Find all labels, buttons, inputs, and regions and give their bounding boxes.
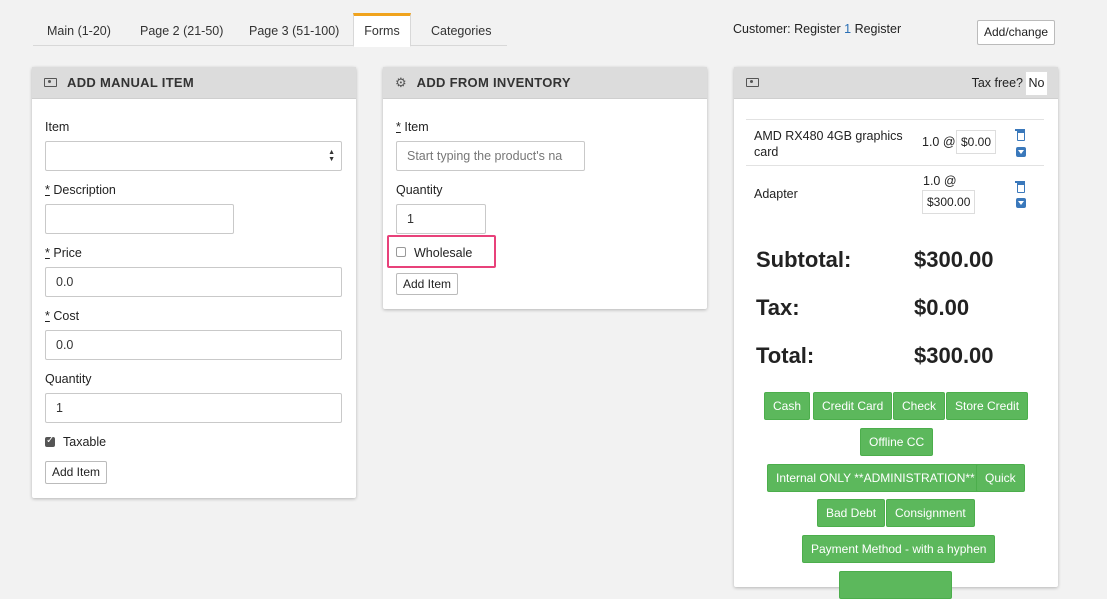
quantity-input[interactable]: 1 <box>45 393 342 423</box>
tab-page-2[interactable]: Page 2 (21-50) <box>140 13 223 46</box>
wholesale-label: Wholesale <box>414 246 473 260</box>
manual-item-title: ADD MANUAL ITEM <box>67 75 195 90</box>
taxable-checkbox[interactable] <box>45 435 55 447</box>
cost-label-text: Cost <box>53 309 80 323</box>
tab-page-3[interactable]: Page 3 (51-100) <box>249 13 339 46</box>
item-label: Item <box>45 120 70 134</box>
required-mark: * <box>45 246 50 260</box>
pay-more-button[interactable] <box>839 571 952 599</box>
cart-panel: Tax free? No AMD RX480 4GB graphics card… <box>734 67 1058 599</box>
inventory-panel: ⚙ ADD FROM INVENTORY * Item Start typing… <box>383 67 707 309</box>
description-label-text: Description <box>53 183 116 197</box>
total-label: Total: <box>756 343 815 368</box>
gear-icon: ⚙ <box>395 75 407 90</box>
tab-categories[interactable]: Categories <box>431 13 491 46</box>
money-icon <box>44 78 57 87</box>
cart-item-price-input[interactable]: $300.00 <box>922 190 976 214</box>
inventory-title: ADD FROM INVENTORY <box>416 75 571 90</box>
select-arrows-icon: ▲ ▼ <box>328 149 335 163</box>
total-value: $300.00 <box>914 343 994 368</box>
quantity-label: Quantity <box>45 372 92 386</box>
pay-check-button[interactable]: Check <box>893 392 946 420</box>
price-label-text: Price <box>53 246 82 260</box>
pay-cash-button[interactable]: Cash <box>764 392 811 420</box>
customer-suffix: Register <box>851 22 902 36</box>
cart-item-row: Adapter 1.0 @ $300.00 <box>746 165 1044 217</box>
add-inventory-item-button[interactable]: Add Item <box>396 273 459 295</box>
wholesale-checkbox[interactable] <box>396 247 406 257</box>
pay-quick-button[interactable]: Quick <box>976 464 1025 492</box>
pay-internal-admin-button[interactable]: Internal ONLY **ADMINISTRATION** <box>767 464 984 492</box>
cart-item-name: Adapter <box>754 187 798 201</box>
description-input[interactable] <box>45 204 234 234</box>
cost-label: * Cost <box>45 309 79 323</box>
pay-bad-debt-button[interactable]: Bad Debt <box>817 499 886 527</box>
inventory-quantity-input[interactable]: 1 <box>396 204 486 234</box>
cost-input[interactable]: 0.0 <box>45 330 342 360</box>
chevron-down-icon[interactable] <box>1016 147 1026 157</box>
required-mark: * <box>396 120 401 134</box>
inventory-item-label: * Item <box>396 120 429 134</box>
cart-item-qty: 1.0 @ <box>922 135 956 149</box>
cart-item-name: AMD RX480 4GB graphics card <box>754 129 903 159</box>
price-label: * Price <box>45 246 82 260</box>
inventory-quantity-label: Quantity <box>396 183 443 197</box>
tax-label: Tax: <box>756 295 800 320</box>
inventory-item-label-text: Item <box>404 120 429 134</box>
required-mark: * <box>45 183 50 197</box>
cart-item-row: AMD RX480 4GB graphics card 1.0 @ $0.00 <box>746 119 1044 165</box>
chevron-down-icon[interactable] <box>1016 198 1026 208</box>
tab-bar: Main (1-20) Page 2 (21-50) Page 3 (51-10… <box>33 13 507 47</box>
pay-consignment-button[interactable]: Consignment <box>886 499 975 527</box>
customer-info: Customer: Register 1 Register <box>733 22 901 36</box>
cart-header: Tax free? No <box>734 67 1058 99</box>
add-manual-item-button[interactable]: Add Item <box>45 461 108 484</box>
cart-item-price-input[interactable]: $0.00 <box>956 130 997 154</box>
add-change-customer-button[interactable]: Add/change <box>977 20 1056 45</box>
tax-value: $0.00 <box>914 295 970 320</box>
tab-main[interactable]: Main (1-20) <box>47 13 111 46</box>
cart-item-qty: 1.0 @ <box>923 174 957 188</box>
manual-item-header: ADD MANUAL ITEM <box>32 67 356 99</box>
tab-forms[interactable]: Forms <box>353 13 411 47</box>
pay-credit-card-button[interactable]: Credit Card <box>813 392 893 420</box>
pay-offline-cc-button[interactable]: Offline CC <box>860 428 934 456</box>
pay-hyphen-method-button[interactable]: Payment Method - with a hyphen <box>802 535 996 563</box>
price-input[interactable]: 0.0 <box>45 267 342 297</box>
item-select[interactable]: ▲ ▼ <box>45 141 342 171</box>
required-mark: * <box>45 309 50 323</box>
tax-free-label: Tax free? <box>971 76 1023 90</box>
customer-prefix: Customer: Register <box>733 22 845 36</box>
subtotal-value: $300.00 <box>914 247 994 272</box>
product-search-input[interactable]: Start typing the product's na <box>396 141 585 171</box>
money-icon <box>746 78 759 87</box>
trash-icon[interactable] <box>1015 181 1025 193</box>
trash-icon[interactable] <box>1015 129 1025 141</box>
pay-store-credit-button[interactable]: Store Credit <box>946 392 1029 420</box>
description-label: * Description <box>45 183 116 197</box>
inventory-header: ⚙ ADD FROM INVENTORY <box>383 67 707 99</box>
tax-free-toggle[interactable]: No <box>1025 71 1048 96</box>
taxable-label: Taxable <box>63 435 107 449</box>
subtotal-label: Subtotal: <box>756 247 852 272</box>
manual-item-panel: ADD MANUAL ITEM Item ▲ ▼ * Description * … <box>32 67 356 498</box>
